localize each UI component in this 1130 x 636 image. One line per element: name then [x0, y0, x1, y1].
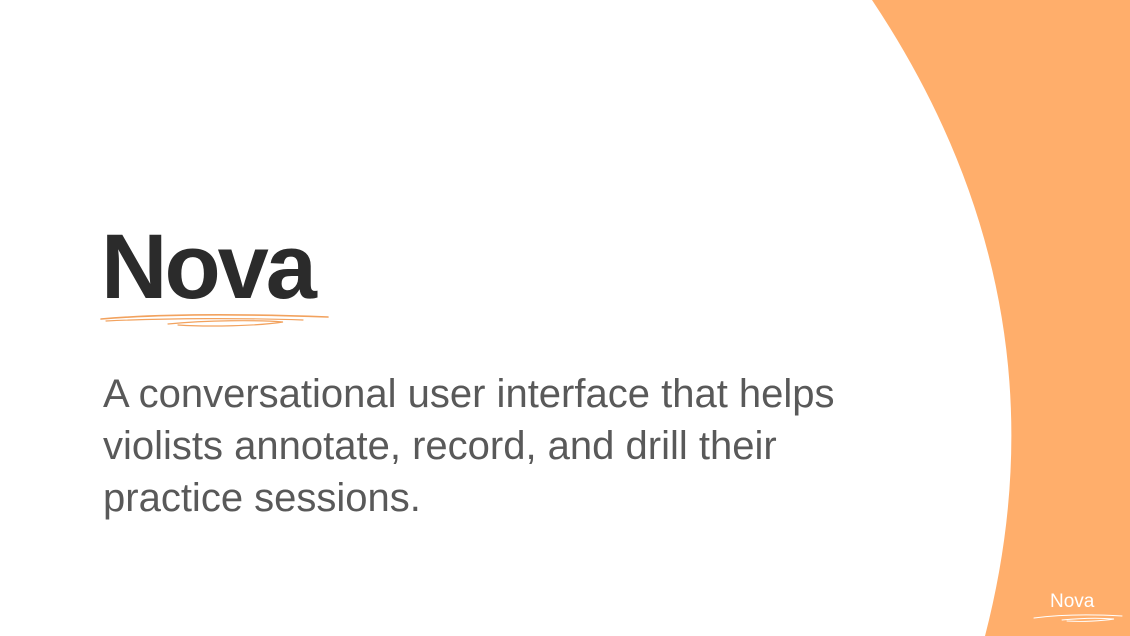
title-underline-icon — [100, 314, 329, 327]
slide-title: Nova — [101, 216, 317, 318]
footer-logo: Nova — [1030, 586, 1126, 630]
title-slide: Nova A conversational user interface tha… — [0, 0, 1130, 636]
slide-subtitle: A conversational user interface that hel… — [103, 372, 835, 520]
footer-logo-text: Nova — [1050, 591, 1095, 612]
footer-logo-underline-icon — [1033, 614, 1123, 622]
